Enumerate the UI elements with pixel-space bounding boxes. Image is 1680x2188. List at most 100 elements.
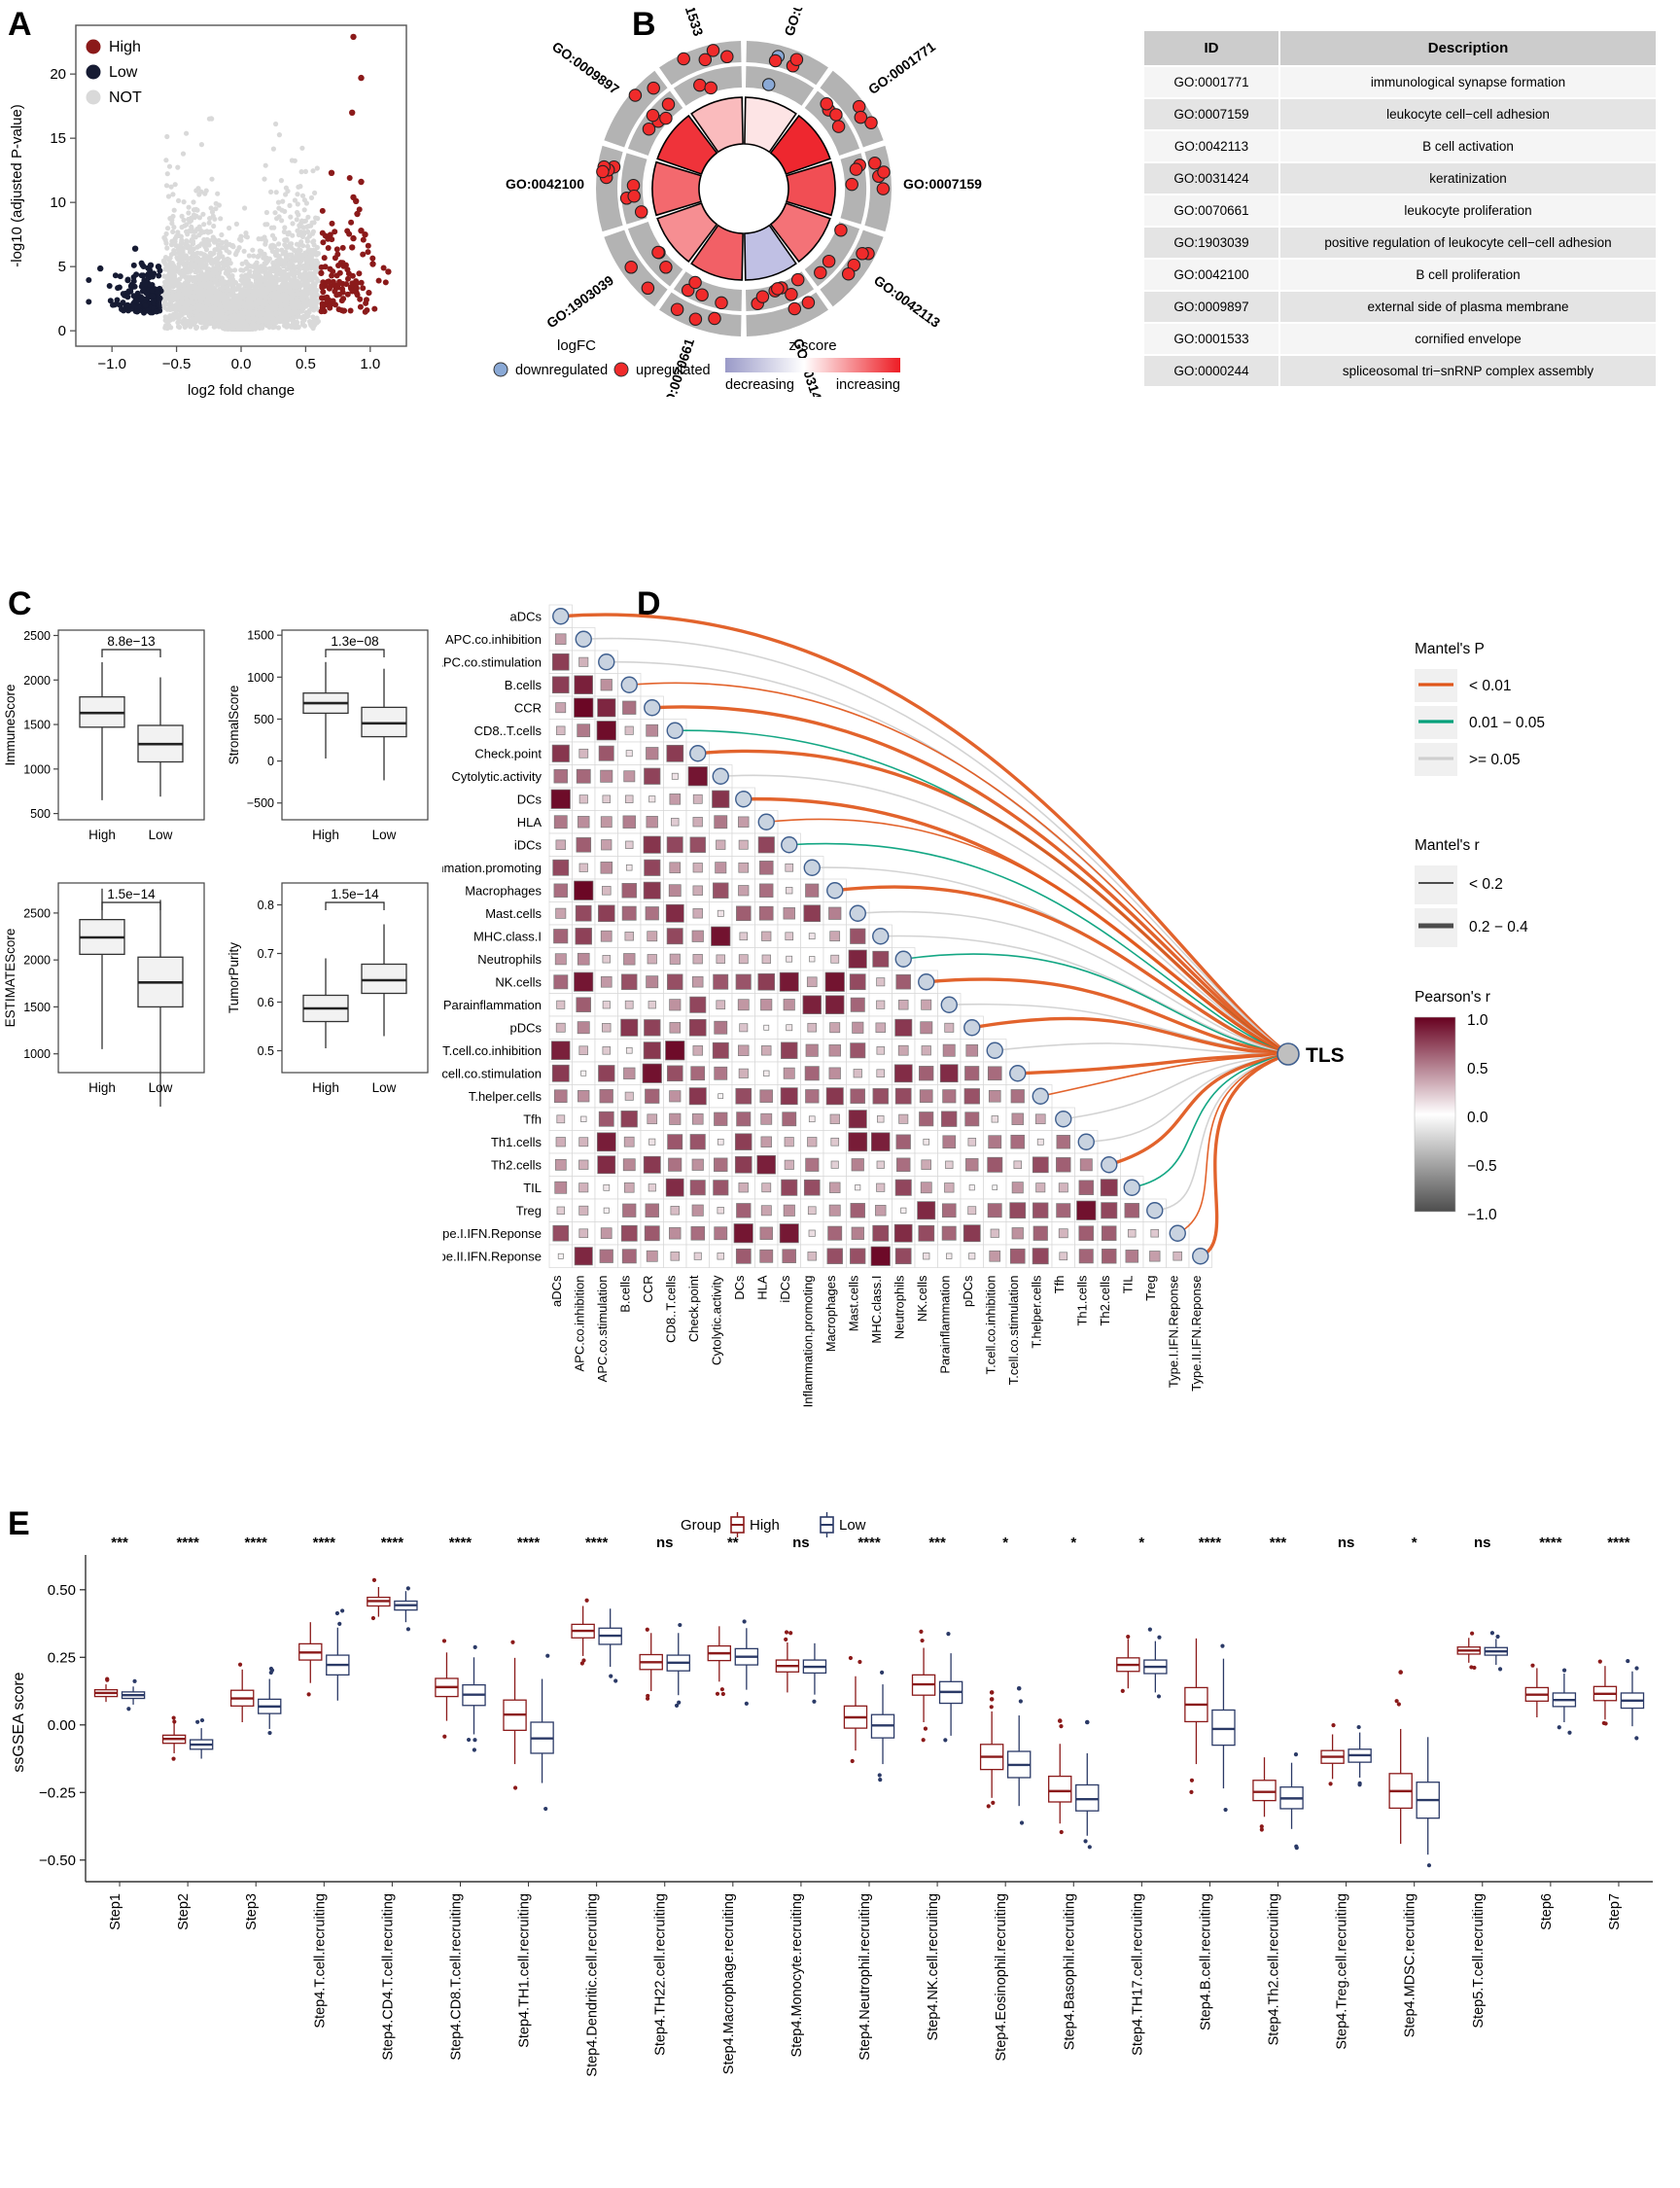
go-dot: [834, 223, 848, 237]
corr-cell: [828, 906, 842, 920]
corr-cell: [1058, 1182, 1068, 1193]
corr-cell: [738, 862, 750, 873]
outlier: [986, 1804, 991, 1809]
outlier: [1634, 1736, 1639, 1741]
x-tick-label: Step4.T.cell.recruiting: [312, 1893, 328, 2029]
corr-cell: [578, 1045, 588, 1055]
corr-cell: [877, 1115, 885, 1123]
corr-cell: [596, 1132, 616, 1152]
corr-cell: [556, 1206, 565, 1215]
corr-cell: [691, 1158, 704, 1171]
corr-cell: [733, 1223, 753, 1244]
outlier: [742, 1619, 747, 1624]
significance-label: ns: [792, 1535, 810, 1551]
corr-cell: [808, 933, 816, 940]
significance-label: ****: [449, 1535, 472, 1551]
go-dot: [785, 288, 798, 301]
significance-label: *: [1138, 1535, 1144, 1551]
corr-cell: [805, 1089, 820, 1104]
x-tick-label: Step4.TH22.cell.recruiting: [653, 1893, 669, 2056]
outlier: [371, 1577, 377, 1582]
zscore-legend-title: z-score: [788, 337, 836, 354]
corr-cell: [739, 932, 749, 941]
corr-cell: [552, 1224, 570, 1242]
corr-cell: [600, 679, 612, 691]
ssgsea-category-Step1: *** Step1: [93, 1535, 146, 1930]
y-axis-label: StromalScore: [227, 686, 241, 765]
matrix-col-label: TIL: [1120, 1276, 1135, 1294]
ssgsea-category-Step4.Th2.cell.recruiting: *** Step4.Th2.cell.recruiting: [1252, 1535, 1304, 2045]
ssgsea-category-Step2: **** Step2: [161, 1535, 214, 1930]
go-dot: [852, 99, 866, 114]
go-table-cell-id: GO:0000244: [1142, 354, 1280, 388]
pvalue-label: 1.3e−08: [331, 634, 378, 649]
svg-text:−0.5: −0.5: [162, 356, 192, 372]
outlier: [1394, 1699, 1399, 1704]
y-tick-label: 500: [30, 807, 51, 821]
legend-dot: [86, 39, 101, 54]
outlier: [1331, 1723, 1336, 1728]
corr-cell: [1032, 1202, 1049, 1218]
corr-cell: [738, 954, 749, 965]
significance-label: ****: [858, 1535, 881, 1551]
diagonal-node: [575, 630, 592, 648]
corr-cell: [599, 1249, 613, 1263]
corr-cell: [574, 675, 593, 694]
corr-cell: [667, 1065, 683, 1082]
significance-label: *: [1412, 1535, 1418, 1551]
corr-cell: [894, 1248, 912, 1265]
significance-label: ****: [585, 1535, 609, 1551]
corr-cell: [642, 1063, 662, 1083]
corr-cell: [830, 954, 840, 964]
estimate-boxplot-TumorPurity: 0.5 0.6 0.7 0.8 TumorPurity High Low 1.5e−14: [227, 882, 429, 1095]
corr-cell: [760, 1136, 772, 1147]
corr-cell: [851, 1226, 864, 1240]
corr-cell: [553, 815, 568, 829]
corr-cell: [713, 882, 729, 899]
corr-cell: [643, 881, 661, 900]
x-tick-label: Step4.Basophil.recruiting: [1062, 1893, 1077, 2050]
corr-cell: [602, 955, 611, 964]
corr-cell: [759, 1089, 773, 1103]
corr-cell: [1032, 1156, 1049, 1174]
go-table-row: GO:0000244 spliceosomal tri−snRNP complex…: [1142, 354, 1658, 388]
go-dot: [761, 78, 776, 91]
corr-cell: [941, 1111, 958, 1127]
svg-text:1.0: 1.0: [360, 356, 380, 372]
corr-cell: [689, 1134, 706, 1150]
corr-cell: [555, 702, 567, 714]
matrix-row-label: B.cells: [505, 678, 542, 692]
corr-cell: [850, 1248, 866, 1264]
corr-cell: [603, 1207, 610, 1214]
diagonal-node: [598, 653, 615, 671]
corr-cell: [806, 976, 818, 988]
mantel-p-legend-title: Mantel's P: [1415, 641, 1485, 657]
corr-cell: [596, 721, 616, 741]
corr-cell: [1078, 1249, 1094, 1264]
go-dot: [677, 52, 690, 66]
significance-label: ****: [1539, 1535, 1562, 1551]
corr-cell: [896, 1157, 911, 1172]
go-table-row: GO:0042113 B cell activation: [1142, 129, 1658, 163]
corr-cell: [782, 1112, 797, 1127]
corr-cell: [967, 1206, 977, 1216]
svg-text:10: 10: [50, 194, 66, 211]
volcano-plot: −1.0 −0.5 0.0 0.5 1.005101520 HighLowNOT log…: [9, 24, 407, 399]
corr-cell: [578, 863, 588, 872]
matrix-col-label: CCR: [641, 1276, 655, 1303]
panelA-ylabel: -log10 (adjusted P-value): [9, 104, 25, 267]
outlier: [510, 1640, 515, 1644]
significance-label: ns: [656, 1535, 674, 1551]
y-tick-label: 2000: [23, 674, 51, 688]
ssgsea-category-Step6: **** Step6: [1524, 1535, 1577, 1930]
corr-cell: [668, 1157, 682, 1172]
matrix-row-label: Th1.cells: [491, 1135, 542, 1149]
svg-text:Low: Low: [109, 64, 138, 81]
diagonal-node: [552, 608, 570, 625]
go-term-label: GO:0001771: [865, 38, 938, 97]
corr-cell: [921, 1159, 931, 1170]
corr-cell: [988, 1089, 1001, 1103]
matrix-col-label: Type.I.IFN.Reponse: [1166, 1276, 1180, 1389]
corr-cell: [553, 883, 568, 898]
outlier: [1120, 1688, 1125, 1693]
